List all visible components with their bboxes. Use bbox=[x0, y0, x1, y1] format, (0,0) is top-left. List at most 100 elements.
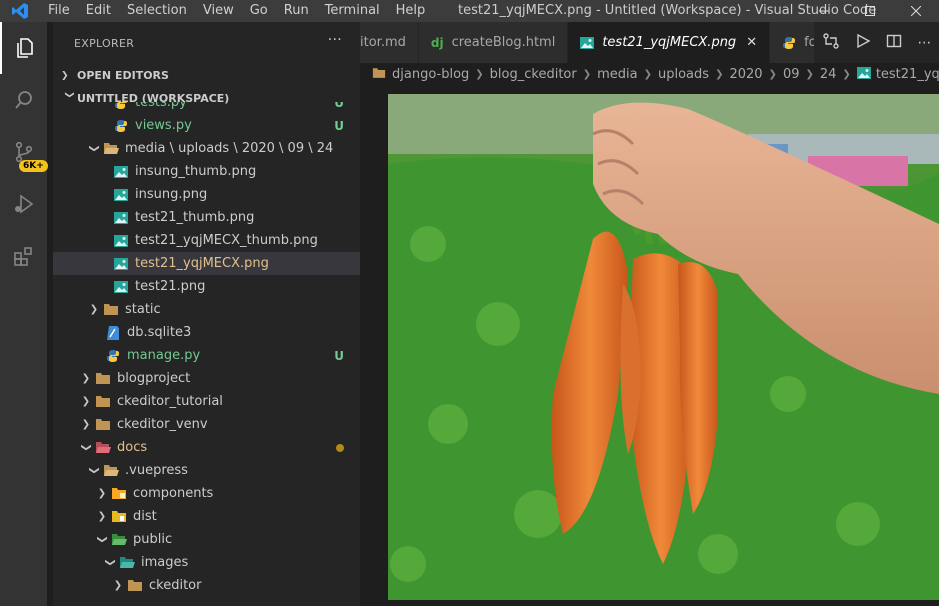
tree-item[interactable]: db.sqlite3 bbox=[53, 321, 360, 344]
folder-icon bbox=[125, 579, 145, 592]
tree-folder[interactable]: ❯ media \ uploads \ 2020 \ 09 \ 24 bbox=[53, 137, 360, 160]
tree-item[interactable]: tests.py U bbox=[53, 102, 360, 114]
vscode-logo-icon bbox=[0, 2, 40, 20]
tree-folder-label: ckeditor_venv bbox=[117, 417, 208, 432]
tree-folder[interactable]: ❯ ckeditor_tutorial bbox=[53, 390, 360, 413]
tree-folder[interactable]: ❯ ckeditor bbox=[53, 574, 360, 597]
chevron-down-icon: ❯ bbox=[80, 443, 92, 452]
tree-item-label: insung_thumb.png bbox=[135, 164, 257, 179]
carrot-photo bbox=[388, 94, 939, 600]
tree-folder[interactable]: ❯ docs bbox=[53, 436, 360, 459]
breadcrumb-item[interactable]: 24 bbox=[820, 67, 837, 82]
tree-item[interactable]: test21_yqjMECX_thumb.png bbox=[53, 229, 360, 252]
folder-open-icon bbox=[101, 464, 121, 477]
tree-folder[interactable]: ❯ static bbox=[53, 298, 360, 321]
tab-label: createBlog.html bbox=[451, 35, 556, 50]
image-file-icon bbox=[111, 280, 131, 293]
run-debug-icon[interactable] bbox=[0, 178, 47, 230]
untracked-badge: U bbox=[334, 118, 344, 133]
breadcrumb-item[interactable]: uploads bbox=[658, 67, 709, 82]
folder-icon bbox=[93, 395, 113, 408]
chevron-right-icon: ❯ bbox=[97, 488, 107, 499]
database-file-icon bbox=[103, 325, 123, 340]
source-control-badge: 6K+ bbox=[19, 160, 48, 172]
maximize-button[interactable] bbox=[847, 0, 893, 22]
tree-item-label: views.py bbox=[135, 118, 192, 133]
source-control-icon[interactable]: 6K+ bbox=[0, 126, 48, 178]
menu-view[interactable]: View bbox=[195, 0, 242, 22]
tab-label: itor.md bbox=[360, 35, 406, 50]
tree-folder[interactable]: ❯ ckeditor_venv bbox=[53, 413, 360, 436]
tree-folder-label: ckeditor_tutorial bbox=[117, 394, 223, 409]
image-file-icon bbox=[111, 257, 131, 270]
folder-icon bbox=[372, 67, 386, 83]
chevron-right-icon: ❯ bbox=[61, 70, 69, 81]
menu-file[interactable]: File bbox=[40, 0, 78, 22]
tree-item-selected[interactable]: test21_yqjMECX.png bbox=[53, 252, 360, 275]
menu-help[interactable]: Help bbox=[388, 0, 434, 22]
image-file-icon bbox=[111, 234, 131, 247]
breadcrumb-item[interactable]: 09 bbox=[783, 67, 800, 82]
menu-terminal[interactable]: Terminal bbox=[317, 0, 388, 22]
more-actions-icon[interactable]: ··· bbox=[328, 32, 342, 48]
open-editors-section[interactable]: ❯ OPEN EDITORS bbox=[53, 64, 360, 87]
menu-run[interactable]: Run bbox=[276, 0, 317, 22]
folder-icon bbox=[93, 418, 113, 431]
search-icon[interactable] bbox=[0, 74, 47, 126]
chevron-right-icon: ❯ bbox=[97, 511, 107, 522]
tree-folder[interactable]: ❯ components bbox=[53, 482, 360, 505]
run-icon[interactable] bbox=[855, 33, 871, 53]
close-tab-icon[interactable]: ✕ bbox=[746, 35, 757, 50]
tree-folder-label: docs bbox=[117, 440, 148, 455]
tree-item[interactable]: insung_thumb.png bbox=[53, 160, 360, 183]
close-window-button[interactable] bbox=[893, 0, 939, 22]
tree-item[interactable]: manage.py U bbox=[53, 344, 360, 367]
folder-icon bbox=[101, 303, 121, 316]
tree-item[interactable]: test21.png bbox=[53, 275, 360, 298]
folder-icon bbox=[93, 372, 113, 385]
breadcrumb-item[interactable]: media bbox=[597, 67, 638, 82]
breadcrumb: django-blog ❯ blog_ckeditor ❯ media ❯ uploa… bbox=[360, 63, 939, 86]
menu-selection[interactable]: Selection bbox=[119, 0, 195, 22]
tree-folder[interactable]: ❯ public bbox=[53, 528, 360, 551]
tree-item-label: test21_yqjMECX.png bbox=[135, 256, 269, 271]
components-folder-icon bbox=[109, 487, 129, 500]
compare-changes-icon[interactable] bbox=[822, 32, 840, 54]
breadcrumb-item[interactable]: django-blog bbox=[392, 67, 469, 82]
menu-bar: File Edit Selection View Go Run Terminal… bbox=[40, 0, 433, 22]
tree-folder-label: dist bbox=[133, 509, 157, 524]
more-actions-icon[interactable]: ⋯ bbox=[917, 35, 931, 51]
breadcrumb-item[interactable]: 2020 bbox=[729, 67, 762, 82]
tree-folder[interactable]: ❯ dist bbox=[53, 505, 360, 528]
tree-item[interactable]: views.py U bbox=[53, 114, 360, 137]
explorer-title: EXPLORER bbox=[74, 36, 135, 50]
tab-readme[interactable]: itor.md bbox=[360, 22, 419, 63]
chevron-right-icon: ❯ bbox=[81, 396, 91, 407]
untracked-badge: U bbox=[334, 102, 344, 110]
tree-folder-label: images bbox=[141, 555, 189, 570]
python-file-icon bbox=[103, 349, 123, 363]
chevron-right-icon: ❯ bbox=[89, 304, 99, 315]
minimize-button[interactable] bbox=[801, 0, 847, 22]
tree-item[interactable]: test21_thumb.png bbox=[53, 206, 360, 229]
chevron-right-icon: ❯ bbox=[81, 373, 91, 384]
explorer-icon[interactable] bbox=[0, 22, 47, 74]
extensions-icon[interactable] bbox=[0, 230, 47, 282]
breadcrumb-item[interactable]: blog_ckeditor bbox=[490, 67, 577, 82]
tree-item[interactable]: insung.png bbox=[53, 183, 360, 206]
tree-folder[interactable]: ❯ .vuepress bbox=[53, 459, 360, 482]
docs-folder-icon bbox=[93, 441, 113, 454]
tree-folder[interactable]: ❯ images bbox=[53, 551, 360, 574]
breadcrumb-item[interactable]: test21_yqjMECX.png bbox=[876, 67, 939, 82]
tree-folder[interactable]: ❯ blogproject bbox=[53, 367, 360, 390]
tab-test21-image[interactable]: test21_yqjMECX.png ✕ bbox=[568, 22, 771, 63]
split-editor-icon[interactable] bbox=[886, 33, 902, 53]
tree-item-label: test21_yqjMECX_thumb.png bbox=[135, 233, 318, 248]
menu-edit[interactable]: Edit bbox=[78, 0, 119, 22]
tab-createblog[interactable]: dj createBlog.html bbox=[418, 22, 569, 63]
menu-go[interactable]: Go bbox=[242, 0, 276, 22]
tree-folder-label: static bbox=[125, 302, 161, 317]
python-file-icon bbox=[782, 36, 796, 50]
image-file-icon bbox=[856, 66, 871, 83]
tree-folder-label: media \ uploads \ 2020 \ 09 \ 24 bbox=[125, 141, 334, 156]
